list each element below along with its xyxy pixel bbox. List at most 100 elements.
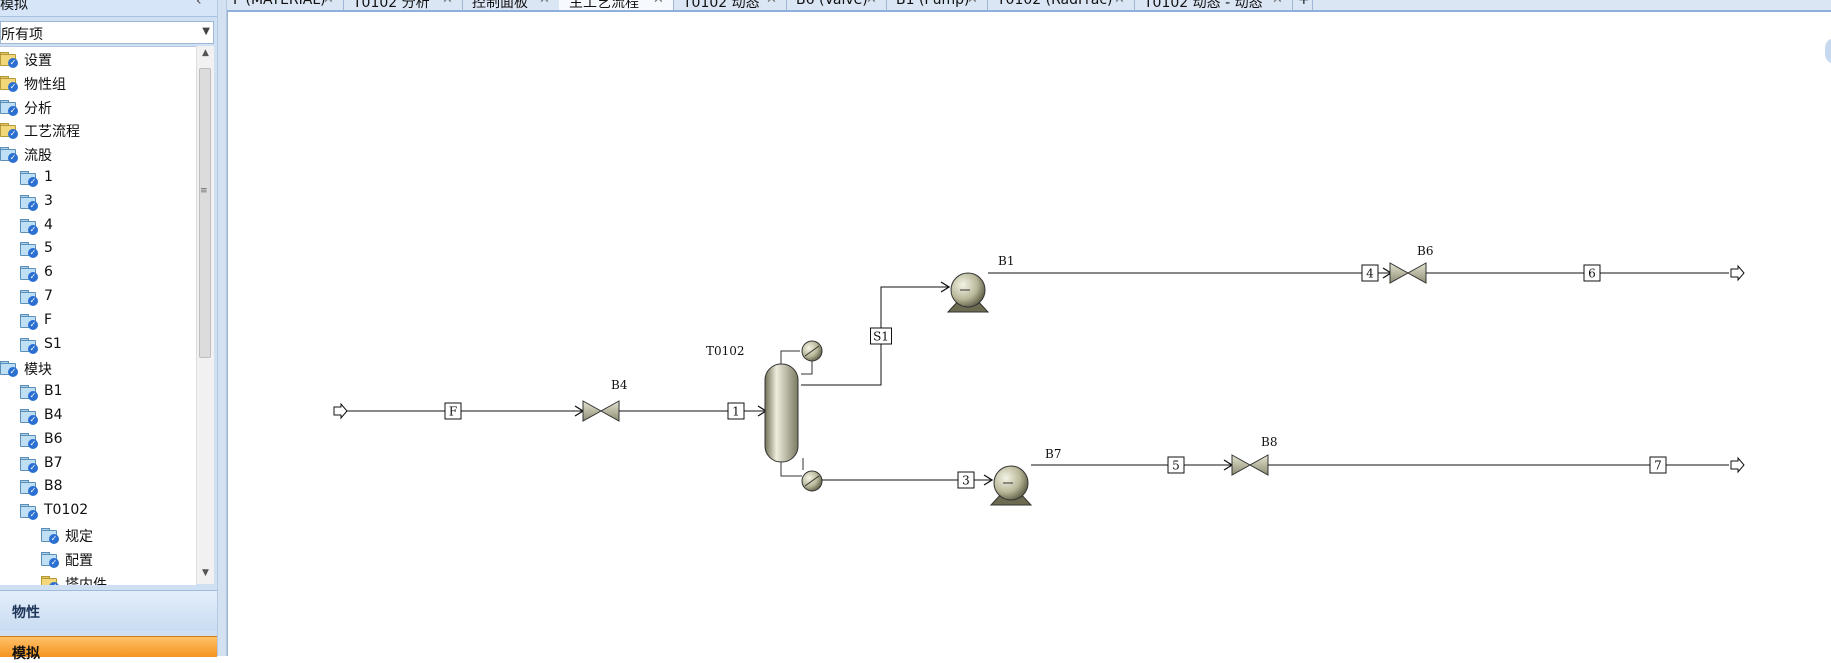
close-tab-icon[interactable]: ✕ xyxy=(1114,0,1125,7)
stream-id-label[interactable]: 4 xyxy=(1366,267,1374,281)
tree-item-label: 规定 xyxy=(65,529,93,545)
chevron-down-icon[interactable]: ▼ xyxy=(202,26,210,37)
stream-id-label[interactable]: 6 xyxy=(1588,267,1596,281)
document-tab[interactable]: + xyxy=(1292,0,1313,10)
tree-item-label: 塔内件 xyxy=(65,576,107,585)
folder-icon: ✓ xyxy=(20,456,38,473)
scrollbar-thumb[interactable] xyxy=(199,68,211,358)
process-flowsheet[interactable]: B4 F 1 T0102 S1 B1 4 B6 6 3 B7 5 B8 7 xyxy=(228,12,1831,656)
product-arrow-icon[interactable] xyxy=(1730,456,1745,474)
pane-splitter[interactable] xyxy=(217,0,227,656)
tree-item-label: 流股 xyxy=(24,148,52,165)
tab-label: + xyxy=(1298,0,1310,8)
document-tab[interactable]: B1 (Pump)✕ xyxy=(886,0,988,10)
close-tab-icon[interactable]: ✕ xyxy=(1272,0,1283,7)
folder-icon: ✓ xyxy=(20,385,38,402)
tree-item[interactable]: ▷✓规定 xyxy=(0,525,196,547)
tree-item[interactable]: ✓ 模块 xyxy=(0,358,196,380)
folder-icon: ✓ xyxy=(20,504,38,521)
navigation-pane-title: 模拟 xyxy=(0,0,28,13)
tree-item[interactable]: ✓ 设置 xyxy=(0,49,196,71)
tree-item-label: 4 xyxy=(44,216,53,233)
document-tab[interactable]: T0102 动态 ✕ xyxy=(673,0,787,10)
folder-icon: ✓ xyxy=(41,575,59,585)
tree-scrollbar[interactable]: ▲ ≡ ▼ xyxy=(196,46,214,584)
document-tab[interactable]: F (MATERIAL)✕ xyxy=(227,0,344,10)
distillation-column-icon[interactable] xyxy=(764,363,799,463)
product-arrow-icon[interactable] xyxy=(1730,264,1745,282)
tree-item[interactable]: ▷✓B8 xyxy=(0,477,196,499)
document-tab[interactable]: T0102 动态 - 动态 ✕ xyxy=(1134,0,1293,10)
tree-filter-select[interactable]: 所有项 ▼ xyxy=(0,21,214,44)
tree-item[interactable]: ▷✓4 xyxy=(0,216,196,238)
stream-id-label[interactable]: 5 xyxy=(1172,459,1180,473)
tree-item-label: 模块 xyxy=(24,362,52,379)
tree-item-label: B1 xyxy=(44,383,63,400)
valve-icon[interactable] xyxy=(582,400,620,422)
close-tab-icon[interactable]: ✕ xyxy=(967,0,978,7)
document-tab[interactable]: B6 (Valve)✕ xyxy=(786,0,887,10)
tree-item[interactable]: ▷✓1 xyxy=(0,168,196,190)
tree-item[interactable]: ✓ 物性组 xyxy=(0,73,196,95)
tree-item[interactable]: ▷✓B7 xyxy=(0,454,196,476)
document-tab[interactable]: 主工艺流程 ✕ xyxy=(559,0,674,10)
tree-item[interactable]: ✓ 工艺流程 xyxy=(0,120,196,142)
valve-icon[interactable] xyxy=(1231,454,1269,476)
tree-item[interactable]: ▷✓3 xyxy=(0,192,196,214)
valve-icon[interactable] xyxy=(1389,262,1427,284)
close-tab-icon[interactable]: ✕ xyxy=(866,0,877,7)
tree-item[interactable]: ▷✓配置 xyxy=(0,549,196,571)
tree-item[interactable]: ▷✓6 xyxy=(0,263,196,285)
tree-item[interactable]: ▷✓7 xyxy=(0,287,196,309)
stream-id-label[interactable]: 1 xyxy=(732,405,740,419)
tree-item[interactable]: ◢✓T0102 xyxy=(0,501,196,523)
tab-label: T0102 分析 xyxy=(353,0,430,11)
stream-id-label[interactable]: 7 xyxy=(1654,459,1662,473)
wunderbar-simulation-button[interactable]: 模拟 xyxy=(0,636,217,662)
document-tab[interactable]: T0102 (RadFrac)✕ xyxy=(987,0,1135,10)
folder-icon: ✓ xyxy=(20,218,38,235)
tree-item-label: 设置 xyxy=(24,53,52,69)
feed-arrow-icon[interactable] xyxy=(333,402,348,420)
block-name-label: T0102 xyxy=(706,344,745,358)
tree-item[interactable]: ▷✓B6 xyxy=(0,430,196,452)
navigation-pane: 模拟 ‹ 所有项 ▼ ✓设置✓物性组✓分析✓工艺流程✓流股▷✓1▷✓3▷✓4▷✓… xyxy=(0,0,217,662)
scroll-up-icon[interactable]: ▲ xyxy=(202,48,209,58)
tree-item[interactable]: ✓ 分析 xyxy=(0,97,196,119)
wunderbar-properties-button[interactable]: 物性 xyxy=(0,590,217,631)
condenser-pipe xyxy=(780,350,800,364)
close-tab-icon[interactable]: ✕ xyxy=(766,0,777,7)
folder-icon: ✓ xyxy=(20,194,38,211)
tree-item-label: 5 xyxy=(44,240,53,257)
tree-item-label: T0102 xyxy=(44,502,89,519)
close-tab-icon[interactable]: ✕ xyxy=(442,0,453,7)
tree-item[interactable]: ✓ 塔内件 xyxy=(0,573,196,585)
tab-label: T0102 (RadFrac) xyxy=(997,0,1113,8)
tree-item[interactable]: ▷✓S1 xyxy=(0,335,196,357)
tab-label: B1 (Pump) xyxy=(896,0,970,8)
tree-item[interactable]: ✓ 流股 xyxy=(0,144,196,166)
tree-item[interactable]: ▷✓F xyxy=(0,311,196,333)
stream-id-label[interactable]: S1 xyxy=(873,330,889,344)
tree-item[interactable]: ▷✓B1 xyxy=(0,382,196,404)
folder-icon: ✓ xyxy=(20,171,38,187)
block-name-label: B6 xyxy=(1417,244,1433,258)
block-name-label: B7 xyxy=(1045,447,1061,461)
scroll-down-icon[interactable]: ▼ xyxy=(202,568,209,578)
document-tab[interactable]: T0102 分析 ✕ xyxy=(343,0,463,10)
folder-icon: ✓ xyxy=(0,52,18,68)
flowsheet-canvas[interactable]: B4 F 1 T0102 S1 B1 4 B6 6 3 B7 5 B8 7 xyxy=(227,12,1831,656)
tree-item[interactable]: ▷✓5 xyxy=(0,239,196,261)
reboiler-pipe xyxy=(780,462,802,477)
close-tab-icon[interactable]: ✕ xyxy=(539,0,550,7)
stream-id-label[interactable]: 3 xyxy=(962,474,970,488)
collapse-pane-icon[interactable]: ‹ xyxy=(196,0,202,9)
close-tab-icon[interactable]: ✕ xyxy=(653,0,664,7)
block-name-label: B8 xyxy=(1261,435,1277,449)
document-tab[interactable]: 控制面板 ✕ xyxy=(462,0,560,10)
tree-item[interactable]: ▷✓B4 xyxy=(0,406,196,428)
folder-icon: ✓ xyxy=(0,147,18,164)
close-tab-icon[interactable]: ✕ xyxy=(323,0,334,7)
stream-id-label[interactable]: F xyxy=(449,405,457,419)
folder-icon: ✓ xyxy=(0,361,18,378)
